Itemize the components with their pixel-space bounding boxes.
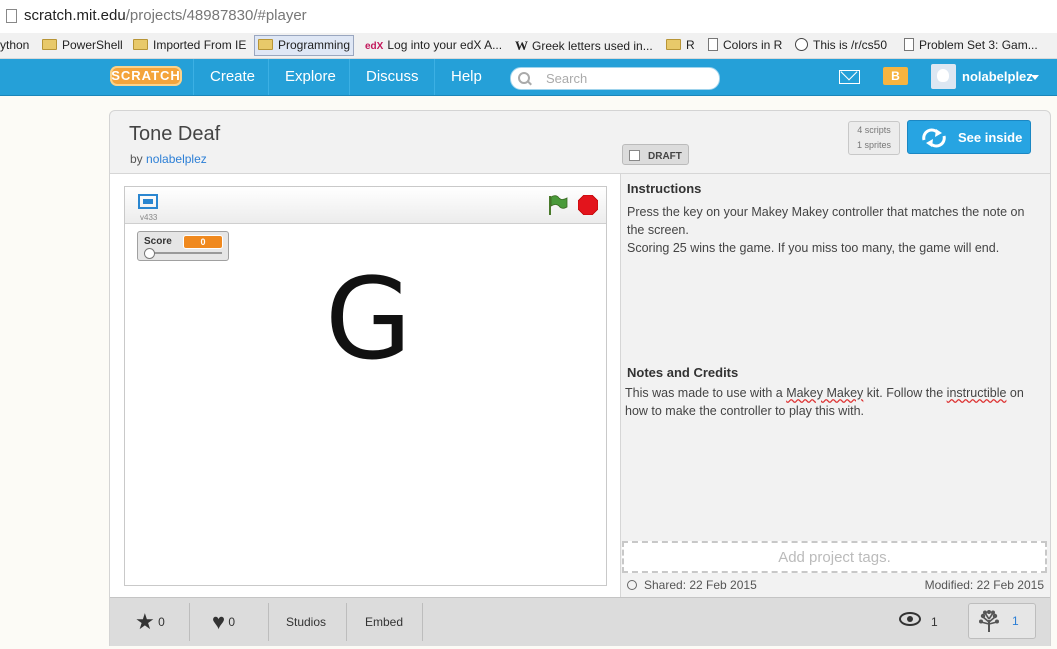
score-label: Score <box>144 236 172 247</box>
reddit-icon <box>795 38 808 51</box>
nav-help[interactable]: Help <box>434 59 498 95</box>
page-icon <box>6 9 17 23</box>
scratch-nav: SCRATCH Create Explore Discuss Help B no… <box>0 59 1057 96</box>
project-box: Tone Deaf by nolabelplez DRAFT 4 scripts… <box>109 110 1051 646</box>
username[interactable]: nolabelplez <box>962 59 1033 95</box>
folder-icon <box>666 39 681 50</box>
embed-button[interactable]: Embed <box>365 598 403 646</box>
scratch-logo[interactable]: SCRATCH <box>110 66 182 86</box>
bookmark-greek-letters[interactable]: W Greek letters used in... <box>515 36 653 55</box>
bookmark-r-cs50[interactable]: This is /r/cs50 <box>795 36 887 55</box>
messages-icon[interactable] <box>839 70 860 84</box>
instructions-text: Press the key on your Makey Makey contro… <box>627 205 1025 255</box>
shared-icon <box>627 580 637 590</box>
studios-button[interactable]: Studios <box>286 598 326 646</box>
bookmarks-bar: ython PowerShell Imported From IE Progra… <box>0 33 1057 59</box>
modified-date: Modified: 22 Feb 2015 <box>924 578 1044 592</box>
chevron-down-icon[interactable] <box>1031 75 1039 80</box>
project-notes: Instructions Press the key on your Makey… <box>621 173 1050 598</box>
document-icon <box>708 38 718 51</box>
draft-checkbox[interactable] <box>629 150 640 161</box>
search-icon <box>518 72 530 84</box>
player-area: v433 Score 0 G <box>110 173 621 598</box>
love-count: 0 <box>228 615 236 629</box>
edx-icon: edX <box>365 41 384 52</box>
nav-create[interactable]: Create <box>193 59 271 95</box>
project-title[interactable]: Tone Deaf <box>129 123 220 146</box>
nav-discuss[interactable]: Discuss <box>349 59 435 95</box>
folder-icon <box>258 39 273 50</box>
remix-arrows-icon <box>922 128 946 148</box>
address-bar[interactable]: scratch.mit.edu/projects/48987830/#playe… <box>0 0 1057 34</box>
divider <box>189 603 190 641</box>
divider <box>346 603 347 641</box>
sprites-count: 1 sprites <box>856 140 891 150</box>
avatar[interactable] <box>931 64 956 89</box>
remix-tree-icon <box>979 610 999 632</box>
bookmark-imported-from-ie[interactable]: Imported From IE <box>133 36 246 55</box>
score-value: 0 <box>183 235 223 249</box>
scripts-count: 4 scripts <box>857 125 891 135</box>
stop-icon[interactable] <box>578 195 598 215</box>
search-input[interactable] <box>544 70 713 87</box>
nav-explore[interactable]: Explore <box>268 59 352 95</box>
remix-count: 1 <box>1012 614 1019 628</box>
divider <box>268 603 269 641</box>
bookmark-problem-set-3[interactable]: Problem Set 3: Gam... <box>904 36 1038 55</box>
favorite-count: 0 <box>158 615 165 629</box>
score-slider-knob[interactable] <box>144 248 155 259</box>
love-button[interactable]: ♥ 0 <box>212 598 235 646</box>
notes-text: This was made to use with a Makey Makey … <box>625 386 1024 418</box>
stage[interactable]: Score 0 G <box>125 224 606 585</box>
fullscreen-icon[interactable] <box>138 194 158 209</box>
green-flag-icon[interactable] <box>546 194 568 216</box>
makey-makey-text: Makey Makey <box>786 386 864 400</box>
view-count: 1 <box>931 615 938 629</box>
bookmark-edx[interactable]: edX Log into your edX A... <box>365 36 502 55</box>
heart-icon: ♥ <box>212 609 226 634</box>
notes-heading: Notes and Credits <box>627 365 739 380</box>
see-inside-button[interactable]: See inside <box>907 120 1031 154</box>
instructible-text: instructible <box>946 386 1007 400</box>
player-version: v433 <box>140 213 158 222</box>
project-player: v433 Score 0 G <box>124 186 607 586</box>
project-counts: 4 scripts 1 sprites <box>848 121 900 155</box>
project-tags-input[interactable]: Add project tags. <box>622 541 1047 573</box>
draft-toggle[interactable]: DRAFT <box>622 144 689 165</box>
star-icon: ★ <box>135 609 155 634</box>
folder-icon <box>42 39 57 50</box>
author-link[interactable]: nolabelplez <box>146 152 207 166</box>
wikipedia-icon: W <box>515 38 528 53</box>
score-slider-track <box>146 252 222 254</box>
score-monitor: Score 0 <box>137 231 229 261</box>
remix-tree-button[interactable]: 1 <box>968 603 1036 639</box>
divider <box>422 603 423 641</box>
shared-date: Shared: 22 Feb 2015 <box>627 578 757 592</box>
bookmark-python[interactable]: ython <box>0 36 29 55</box>
eye-icon <box>899 612 921 626</box>
bookmark-powershell[interactable]: PowerShell <box>42 36 123 55</box>
instructions-heading: Instructions <box>627 181 702 196</box>
bookmark-r[interactable]: R <box>666 36 695 55</box>
document-icon <box>904 38 914 51</box>
project-stats-bar: ★ 0 ♥ 0 Studios Embed 1 1 <box>110 597 1050 646</box>
favorite-button[interactable]: ★ 0 <box>135 598 165 646</box>
my-stuff-icon[interactable]: B <box>883 67 908 85</box>
bookmark-programming[interactable]: Programming <box>254 35 355 56</box>
player-controls: v433 <box>125 187 606 224</box>
note-letter: G <box>325 255 412 385</box>
folder-icon <box>133 39 148 50</box>
url-text[interactable]: scratch.mit.edu/projects/48987830/#playe… <box>24 7 307 24</box>
bookmark-colors-in-r[interactable]: Colors in R <box>708 36 782 55</box>
search-box[interactable] <box>510 67 720 90</box>
project-byline: by nolabelplez <box>130 152 207 166</box>
